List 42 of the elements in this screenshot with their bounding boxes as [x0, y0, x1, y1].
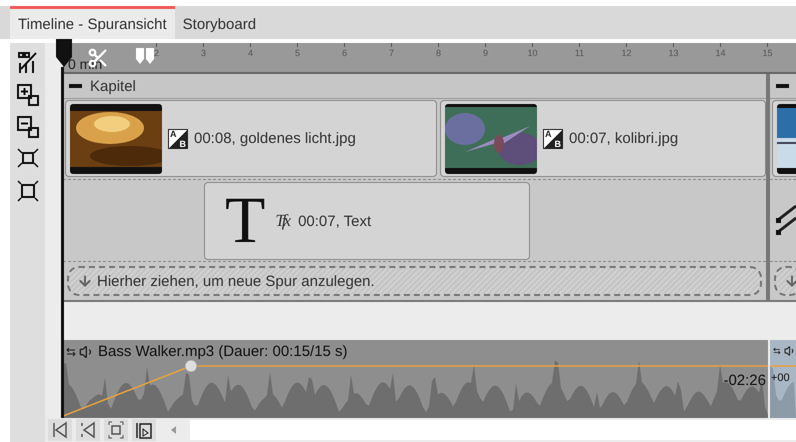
clip-label: 00:07, Text: [298, 212, 372, 230]
ruler-tick-label: 12: [603, 43, 650, 72]
go-to-start-button[interactable]: [48, 419, 72, 441]
transition-icon: A B: [168, 128, 188, 148]
transition-icon: A B: [543, 128, 563, 148]
new-track-drop-zone[interactable]: Hierher ziehen, um neue Spur anzulegen.: [67, 266, 762, 296]
ruler-tick-label: 14: [697, 43, 744, 72]
marker-icon[interactable]: [135, 47, 155, 65]
move-handle-icon[interactable]: [66, 344, 76, 358]
ruler-tick-label: 10: [509, 43, 556, 72]
clip-label: 00:07, kolibri.jpg: [569, 130, 678, 147]
image-clip[interactable]: A B 00:07, kolibri.jpg: [440, 100, 766, 177]
ruler-tick-label: 7: [368, 43, 415, 72]
image-clip[interactable]: A B 00:08, goldenes licht.jpg: [65, 100, 437, 177]
text-symbol: T: [225, 183, 266, 259]
ruler-tick-label: 15: [744, 43, 791, 72]
fit-view-button[interactable]: [104, 419, 128, 441]
tab[interactable]: Timeline - Spuransicht: [10, 6, 175, 39]
ruler-tick-label: 4: [227, 43, 274, 72]
play-from-button[interactable]: [132, 419, 156, 441]
ruler-tick-label: 3: [180, 43, 227, 72]
text-effect-icon: Tfx: [275, 211, 288, 231]
ruler-tick-label: 11: [556, 43, 603, 72]
ruler-tick-label: 9: [462, 43, 509, 72]
drop-hint: Hierher ziehen, um neue Spur anzulegen.: [97, 272, 375, 290]
previous-button[interactable]: [76, 419, 100, 441]
tab[interactable]: Storyboard: [174, 6, 264, 39]
ruler-tick-label: 6: [321, 43, 368, 72]
arrow-down-icon: [77, 273, 93, 289]
ruler-tick-label: 2: [133, 43, 180, 72]
ruler-tick-label: 8: [415, 43, 462, 72]
time-offset: +00: [771, 372, 790, 384]
audio-clip[interactable]: +00: [770, 340, 796, 418]
audio-clip[interactable]: Bass Walker.mp3 (Dauer: 00:15/15 s) -02:26: [63, 340, 768, 418]
ruler-tick-label: 5: [274, 43, 321, 72]
audio-clip-label: Bass Walker.mp3 (Dauer: 00:15/15 s): [98, 343, 348, 360]
time-offset: -02:26: [723, 372, 766, 389]
new-track-drop-zone[interactable]: [774, 266, 796, 296]
ruler-tick-label: 13: [650, 43, 697, 72]
clip-label: 00:08, goldenes licht.jpg: [194, 130, 356, 147]
chapter-title: Kapitel: [90, 78, 136, 94]
arrow-down-icon: [784, 273, 796, 289]
